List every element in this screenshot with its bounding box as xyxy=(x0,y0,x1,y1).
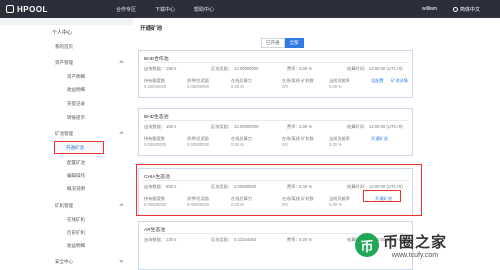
nav-download[interactable]: 下载中心 xyxy=(155,6,175,13)
sidebar-group-machines[interactable]: 矿机管理 xyxy=(55,203,73,209)
sidebar-item-online-machines[interactable]: 在线矿机 xyxy=(67,217,85,223)
fee-value: 5.00 % xyxy=(299,237,313,242)
pool-card-bhd-coop: BHD合作池 出块数据： 180 s 区块奖励： 13.00000000 费率：… xyxy=(138,50,413,98)
chevron-up-icon xyxy=(119,60,124,65)
contribution-value: 0.00 % xyxy=(329,84,343,89)
fee-label: 费率： xyxy=(287,66,300,71)
watermark-text-group: 币圈之家 www.tcufy.com xyxy=(383,231,447,259)
sidebar-item-deposit-records[interactable]: 充提记录 xyxy=(67,101,85,107)
fee-label: 费率： xyxy=(287,124,300,129)
watermark: 币 币圈之家 www.tcufy.com xyxy=(355,223,495,267)
toggle-opened[interactable]: 已开通 xyxy=(261,38,285,48)
sidebar: 个人中心 我的首页 资产管理 资产明细 收益明细 充提记录 转账提币 矿池管理 … xyxy=(0,25,133,270)
pool-title: BHD合作池 xyxy=(144,57,169,62)
sidebar-item-income-detail[interactable]: 收益明细 xyxy=(67,87,85,93)
block-reward-value: 15.00000000 xyxy=(234,124,259,129)
highlight-box-open-link xyxy=(363,190,401,202)
pledge-value: 0.00000000 xyxy=(187,142,210,147)
chevron-down-icon xyxy=(119,258,124,263)
settle-value: 12:00:00 (UTC+8) xyxy=(369,124,403,129)
holdings-value: 0.00000000 xyxy=(144,84,167,89)
sidebar-group-assets[interactable]: 资产管理 xyxy=(55,60,73,66)
block-reward-label: 区块奖励： xyxy=(211,237,232,242)
divider xyxy=(143,120,408,121)
main-nav: 合作专区 下载中心 帮助中心 xyxy=(116,6,233,13)
block-time-value: 120 s xyxy=(166,237,177,242)
sidebar-group-pool[interactable]: 矿池管理 xyxy=(55,131,73,137)
pool-card-bhd-eco: BHD生态池 出块数据： 180 s 区块奖励： 15.00000000 费率：… xyxy=(138,108,413,156)
contribution-value: 0.00 % xyxy=(329,142,343,147)
holdings-value: 0.00000000 xyxy=(144,142,167,147)
nav-help[interactable]: 帮助中心 xyxy=(194,6,214,13)
settle-label: 结算时间： xyxy=(347,66,368,71)
sidebar-personal-center[interactable]: 个人中心 xyxy=(52,29,72,36)
pool-detail-link[interactable]: 矿池详情 xyxy=(391,78,408,84)
machines-value: 0/0 xyxy=(282,84,288,89)
filter-toggle: 已开通 全部 xyxy=(261,38,304,48)
globe-icon xyxy=(452,6,458,12)
sidebar-item-edit[interactable]: 编辑操作 xyxy=(67,173,85,179)
block-reward-value: 0.22104063 xyxy=(234,237,257,242)
fee-value: 2.00 % xyxy=(299,124,313,129)
logo[interactable]: HPOOL xyxy=(6,5,116,14)
block-time-value: 180 s xyxy=(166,66,177,71)
block-time-label: 出块数据： xyxy=(144,237,165,242)
block-time-label: 出块数据： xyxy=(144,124,165,129)
block-reward-value: 13.00000000 xyxy=(234,66,259,71)
fee-value: 3.00 % xyxy=(299,66,313,71)
pool-title: AR生态池 xyxy=(144,228,166,233)
config-link[interactable]: 设配置 xyxy=(371,78,384,84)
settle-label: 结算时间： xyxy=(347,124,368,129)
fee-label: 费率： xyxy=(287,237,300,242)
logo-text: HPOOL xyxy=(17,4,48,14)
watermark-title: 币圈之家 xyxy=(383,234,448,251)
nav-cooperation[interactable]: 合作专区 xyxy=(116,6,136,13)
sidebar-item-open-pool[interactable]: 开通矿池 xyxy=(54,141,104,154)
settle-value: 12:00:00 (UTC+8) xyxy=(369,66,403,71)
block-reward-label: 区块奖励： xyxy=(211,66,232,71)
top-navbar: HPOOL 合作专区 下载中心 帮助中心 william 简体中文 xyxy=(0,0,500,18)
machines-value: 0/0 xyxy=(282,142,288,147)
block-time-label: 出块数据： xyxy=(144,66,165,71)
chevron-up-icon xyxy=(119,203,124,208)
page-title: 开通矿池 xyxy=(140,26,163,32)
sidebar-item-config-pool[interactable]: 配置矿池 xyxy=(67,160,85,166)
pool-title: BHD生态池 xyxy=(144,115,169,120)
power-value: 0.00 Ib xyxy=(231,142,244,147)
sidebar-item-transfer[interactable]: 转账提币 xyxy=(67,115,85,121)
user-menu[interactable]: william xyxy=(422,6,437,12)
watermark-logo-icon: 币 xyxy=(355,233,379,257)
pledge-value: 0.00000000 xyxy=(187,84,210,89)
block-time-value: 180 s xyxy=(166,124,177,129)
language-select[interactable]: 简体中文 xyxy=(452,6,480,13)
chevron-up-icon xyxy=(119,131,124,136)
top-right-controls: william 简体中文 xyxy=(422,0,480,18)
sidebar-group-security[interactable]: 安全中心 xyxy=(55,259,73,265)
block-reward-label: 区块奖励： xyxy=(211,124,232,129)
sidebar-item-summary[interactable]: 概况说明 xyxy=(67,186,85,192)
sidebar-item-history-machines[interactable]: 历史矿机 xyxy=(67,230,85,236)
language-label: 简体中文 xyxy=(459,6,480,13)
sidebar-item-label: 开通矿池 xyxy=(66,145,84,150)
toggle-all[interactable]: 全部 xyxy=(284,38,304,48)
sidebar-item-machine-income[interactable]: 收益明细 xyxy=(67,243,85,249)
power-value: 0.00 Ib xyxy=(231,84,244,89)
divider xyxy=(143,62,408,63)
watermark-url: www.tcufy.com xyxy=(391,252,439,259)
sidebar-item-overview[interactable]: 我的首页 xyxy=(55,44,73,50)
sidebar-item-asset-detail[interactable]: 资产明细 xyxy=(67,74,85,80)
open-pool-link[interactable]: 开通矿池 xyxy=(371,136,388,142)
logo-icon xyxy=(6,5,14,13)
